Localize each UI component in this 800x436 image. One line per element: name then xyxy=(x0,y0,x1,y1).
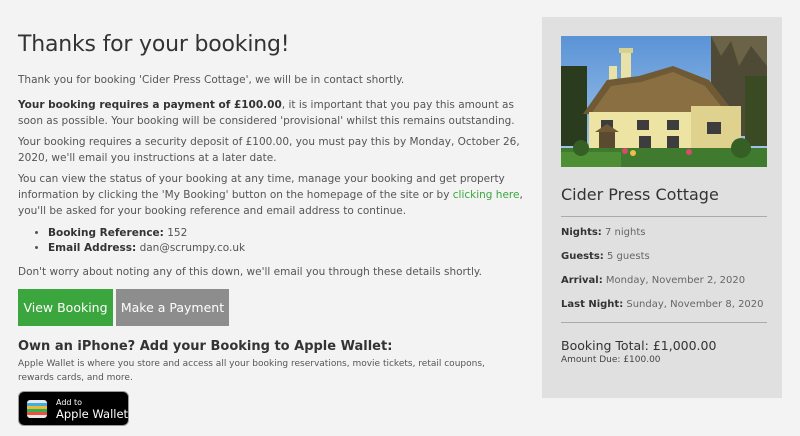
amount-due-label: Amount Due: xyxy=(561,355,621,365)
booking-total-label: Booking Total: xyxy=(561,338,649,353)
arrival-value: Monday, November 2, 2020 xyxy=(605,275,746,286)
wallet-button-small-text: Add to xyxy=(56,398,83,407)
email-note: Don't worry about noting any of this dow… xyxy=(18,266,482,278)
status-info-text-1: You can view the status of your booking … xyxy=(18,173,505,201)
booking-reference-value: 152 xyxy=(167,227,188,239)
cottage-photo xyxy=(561,36,767,167)
nights-value: 7 nights xyxy=(605,227,646,238)
guests-row: Guests: 5 guests xyxy=(561,250,650,264)
email-address-value: dan@scrumpy.co.uk xyxy=(139,242,246,254)
thanks-message: Thank you for booking 'Cider Press Cotta… xyxy=(18,74,405,86)
make-payment-button[interactable]: Make a Payment xyxy=(116,289,229,326)
guests-value: 5 guests xyxy=(606,251,650,262)
divider xyxy=(561,216,767,217)
deposit-notice: Your booking requires a security deposit… xyxy=(18,136,520,164)
booking-total: Booking Total: £1,000.00 xyxy=(561,338,716,353)
booking-total-value: £1,000.00 xyxy=(652,338,717,353)
wallet-icon xyxy=(27,400,47,418)
apple-wallet-description: Apple Wallet is where you store and acce… xyxy=(18,359,485,383)
payment-notice: Your booking requires a payment of £100.… xyxy=(18,97,526,129)
amount-due-value: £100.00 xyxy=(623,355,661,365)
last-night-value: Sunday, November 8, 2020 xyxy=(626,299,764,310)
view-booking-button[interactable]: View Booking xyxy=(18,289,113,326)
wallet-button-big-text: Apple Wallet xyxy=(56,407,129,421)
booking-details-list: Booking Reference: 152 Email Address: da… xyxy=(48,226,245,256)
property-name: Cider Press Cottage xyxy=(561,185,719,204)
booking-reference-item: Booking Reference: 152 xyxy=(48,226,245,241)
guests-label: Guests: xyxy=(561,251,604,262)
arrival-label: Arrival: xyxy=(561,275,603,286)
page-title: Thanks for your booking! xyxy=(18,32,290,57)
nights-label: Nights: xyxy=(561,227,602,238)
status-info: You can view the status of your booking … xyxy=(18,171,526,219)
apple-wallet-heading: Own an iPhone? Add your Booking to Apple… xyxy=(18,339,393,354)
divider xyxy=(561,322,767,323)
arrival-row: Arrival: Monday, November 2, 2020 xyxy=(561,274,745,288)
booking-summary-sidebar: Cider Press Cottage Nights: 7 nights Gue… xyxy=(542,17,782,398)
payment-notice-bold: Your booking requires a payment of £100.… xyxy=(18,99,282,111)
email-address-label: Email Address: xyxy=(48,242,137,254)
amount-due: Amount Due: £100.00 xyxy=(561,355,661,365)
email-address-item: Email Address: dan@scrumpy.co.uk xyxy=(48,241,245,256)
clicking-here-link[interactable]: clicking here xyxy=(453,189,520,201)
add-to-apple-wallet-button[interactable]: Add to Apple Wallet xyxy=(18,391,129,426)
nights-row: Nights: 7 nights xyxy=(561,226,645,240)
booking-reference-label: Booking Reference: xyxy=(48,227,164,239)
last-night-row: Last Night: Sunday, November 8, 2020 xyxy=(561,298,764,312)
last-night-label: Last Night: xyxy=(561,299,624,310)
